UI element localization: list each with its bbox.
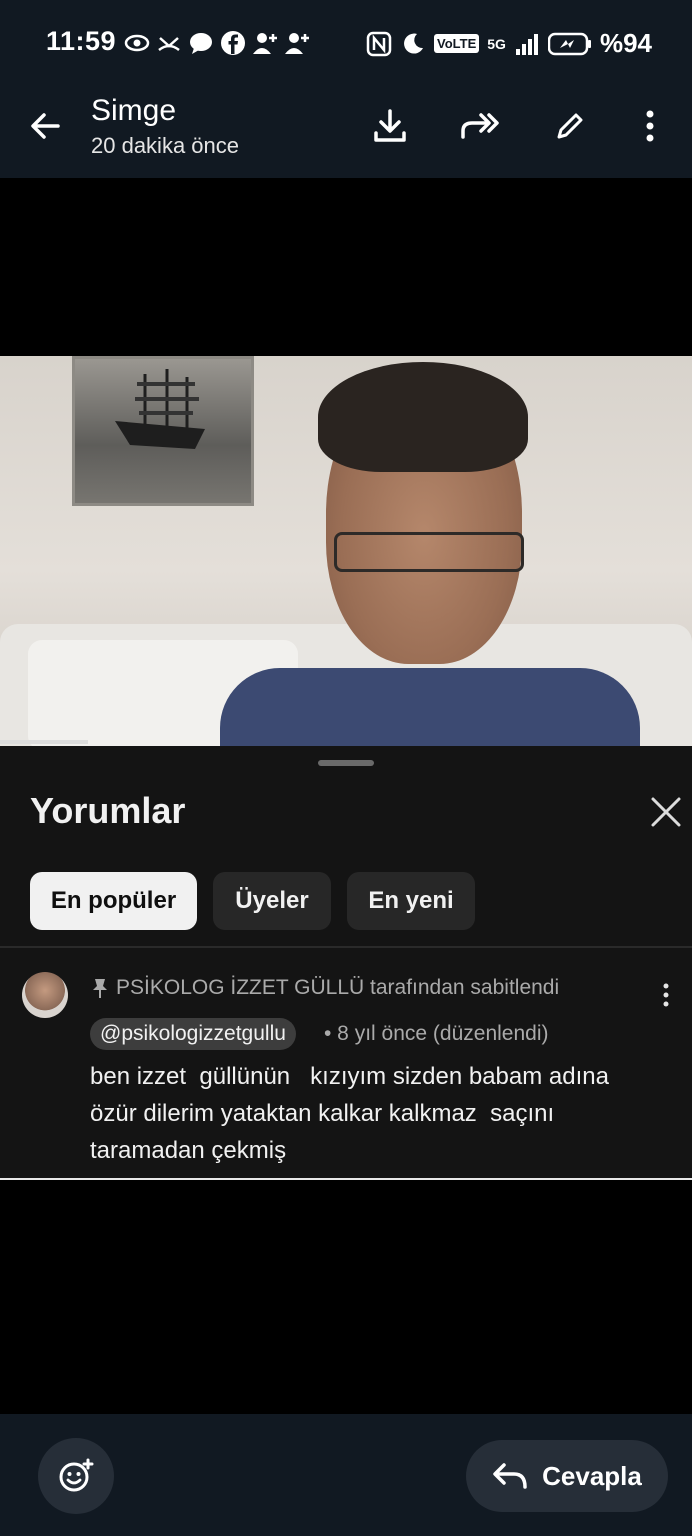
- chip-en-populer[interactable]: En popüler: [30, 872, 197, 930]
- download-icon: [374, 109, 406, 142]
- pin-icon: [93, 979, 107, 998]
- eye-icon: [124, 34, 150, 52]
- pinned-text: PSİKOLOG İZZET GÜLLÜ tarafından sabitlen…: [116, 976, 560, 999]
- reply-button[interactable]: Cevapla: [466, 1440, 668, 1512]
- back-arrow-icon[interactable]: [28, 108, 64, 144]
- chat-bubble-icon: [190, 33, 212, 54]
- comments-title: Yorumlar: [30, 790, 186, 831]
- battery-icon: [547, 32, 591, 55]
- video-progress-bar: [0, 740, 88, 744]
- chat-title: Simge: [91, 94, 177, 127]
- person-glasses: [334, 532, 524, 572]
- add-user-icon: [253, 33, 277, 54]
- chip-en-yeni[interactable]: En yeni: [347, 872, 475, 930]
- network-type: 5G: [487, 35, 506, 52]
- chip-uyeler[interactable]: Üyeler: [213, 872, 331, 930]
- reaction-button[interactable]: [38, 1438, 114, 1514]
- person-hair: [318, 362, 528, 472]
- video-frame: [0, 356, 692, 746]
- chat-subtitle: 20 dakika önce: [91, 133, 239, 158]
- download-button[interactable]: [370, 106, 410, 146]
- battery-percent: %94: [599, 28, 652, 58]
- avatar[interactable]: [22, 972, 68, 1018]
- screenshot-edge: [0, 1178, 692, 1180]
- comment-text: ben izzet güllünün kızıyım sizden babam …: [90, 1063, 609, 1164]
- forward-button[interactable]: [460, 106, 500, 146]
- ship-icon: [115, 369, 205, 449]
- notification-icons: [124, 30, 310, 56]
- sheet-drag-handle[interactable]: [318, 760, 374, 766]
- signal-icon: [515, 33, 538, 55]
- ship-painting-image: [72, 356, 254, 506]
- nfc-icon: [366, 31, 392, 56]
- moon-icon: [404, 33, 424, 54]
- edit-button[interactable]: [550, 106, 590, 146]
- reply-label: Cevapla: [542, 1460, 642, 1491]
- comment-menu-icon[interactable]: [654, 982, 678, 1010]
- add-user-icon: [285, 33, 309, 54]
- kebab-menu-icon: [646, 110, 654, 142]
- close-icon[interactable]: [648, 794, 684, 830]
- facebook-icon: [221, 31, 245, 55]
- forward-icon: [461, 113, 499, 139]
- status-time: 11:59: [46, 26, 117, 56]
- author-handle[interactable]: @psikologizzetgullu: [90, 1018, 296, 1050]
- reply-arrow-icon: [493, 1463, 527, 1489]
- volte-badge: VoLTE: [434, 34, 480, 53]
- person-shirt: [220, 668, 640, 746]
- pencil-icon: [557, 113, 583, 139]
- system-icons: VoLTE 5G %94: [366, 28, 652, 59]
- pinned-indicator: PSİKOLOG İZZET GÜLLÜ tarafından sabitlen…: [92, 976, 559, 1000]
- comment-time: • 8 yıl önce (düzenlendi): [324, 1022, 549, 1045]
- add-emoji-icon: [59, 1458, 94, 1492]
- sheet-divider: [0, 946, 692, 948]
- more-options-button[interactable]: [630, 106, 670, 146]
- missed-call-icon: [158, 37, 180, 52]
